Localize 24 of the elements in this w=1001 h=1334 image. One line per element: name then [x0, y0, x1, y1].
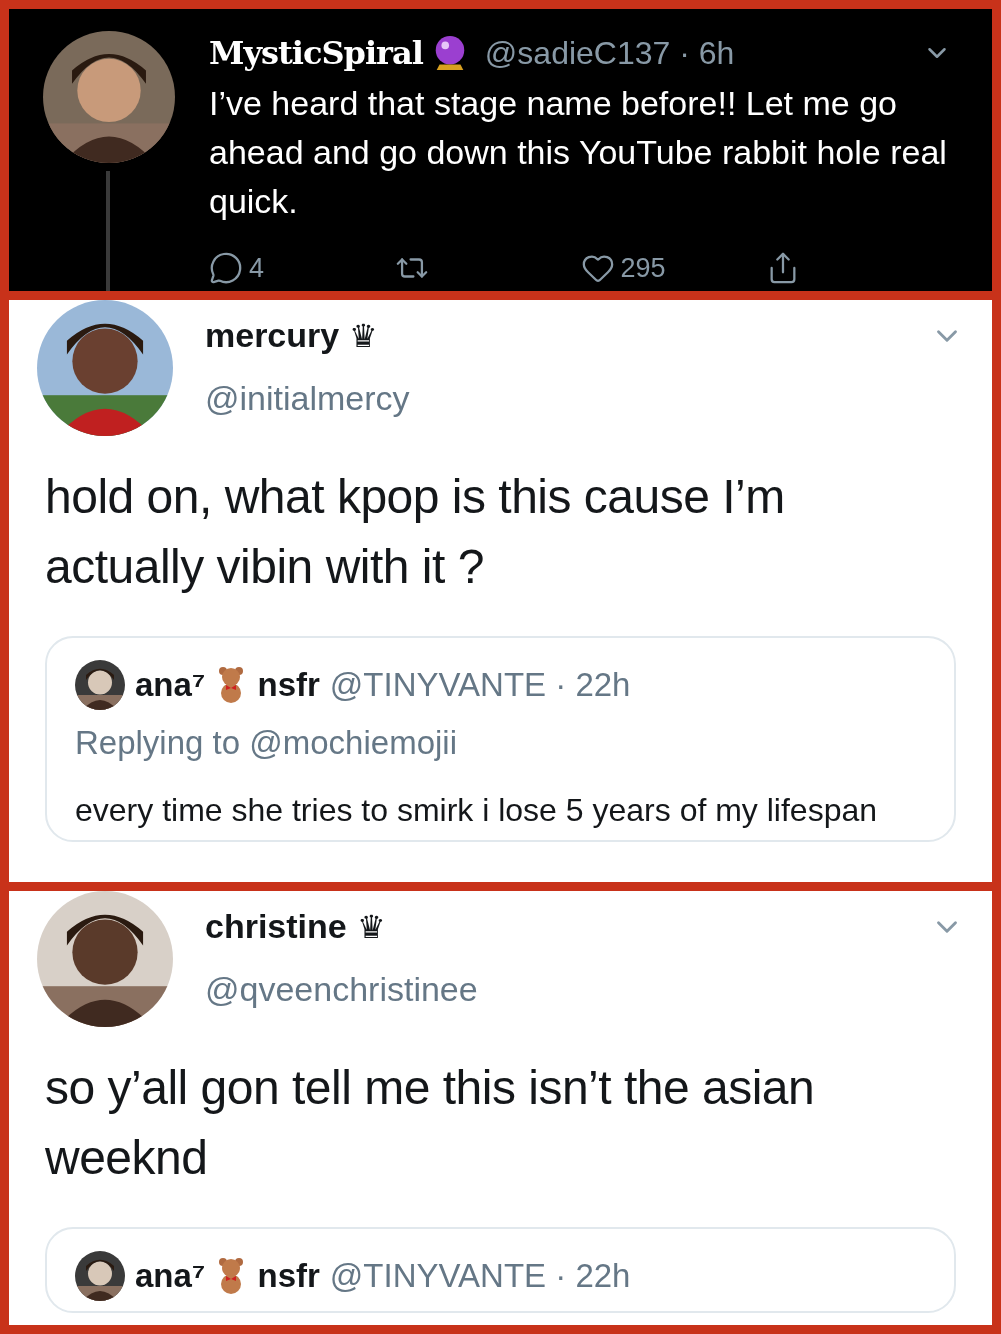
display-name-suffix: nsfr: [257, 665, 320, 706]
crown-icon: ♛: [349, 311, 379, 360]
display-name: mercury: [205, 315, 340, 356]
handle-time: @TINYVANTE · 22h: [329, 1256, 631, 1297]
reply-button[interactable]: 4: [209, 248, 395, 289]
handle-time: @sadieC137 · 6h: [484, 34, 735, 73]
quoted-tweet-card[interactable]: ana⁷ nsfr @TINYVANTE · 22h: [45, 1227, 956, 1313]
tweet-text: so y’all gon tell me this isn’t the asian weeknd: [44, 1060, 816, 1186]
tweet-text: hold on, what kpop is this cause I’m actually vibin with it ?: [44, 469, 786, 595]
tweet-text: I’ve heard that stage name before!! Let me go ahead and go down this YouTube rabbit hole real quick.: [209, 83, 948, 222]
like-button[interactable]: 295: [580, 248, 767, 289]
crown-icon: ♛: [356, 902, 386, 951]
reply-icon: [209, 251, 243, 286]
handle: @qveenchristinee: [205, 969, 479, 1010]
handle: @initialmercy: [205, 378, 411, 419]
quoted-text: every time she tries to smirk i lose 5 years of my lifespan: [75, 790, 879, 830]
display-name: christine: [205, 906, 347, 947]
replying-to: Replying to @mochiemojii: [75, 723, 458, 763]
display-name-suffix: nsfr: [257, 1256, 320, 1297]
handle-time: @TINYVANTE · 22h: [329, 665, 631, 706]
quoted-tweet-card[interactable]: ana⁷ nsfr @TINYVANTE · 22h Replying to @mochiemojii every time she tries to smirk i lose 5 years of my lifespan: [45, 636, 956, 842]
display-name: ana⁷: [135, 665, 206, 706]
display-name: MysticSpiral: [209, 33, 423, 74]
display-name: ana⁷: [135, 1256, 206, 1297]
